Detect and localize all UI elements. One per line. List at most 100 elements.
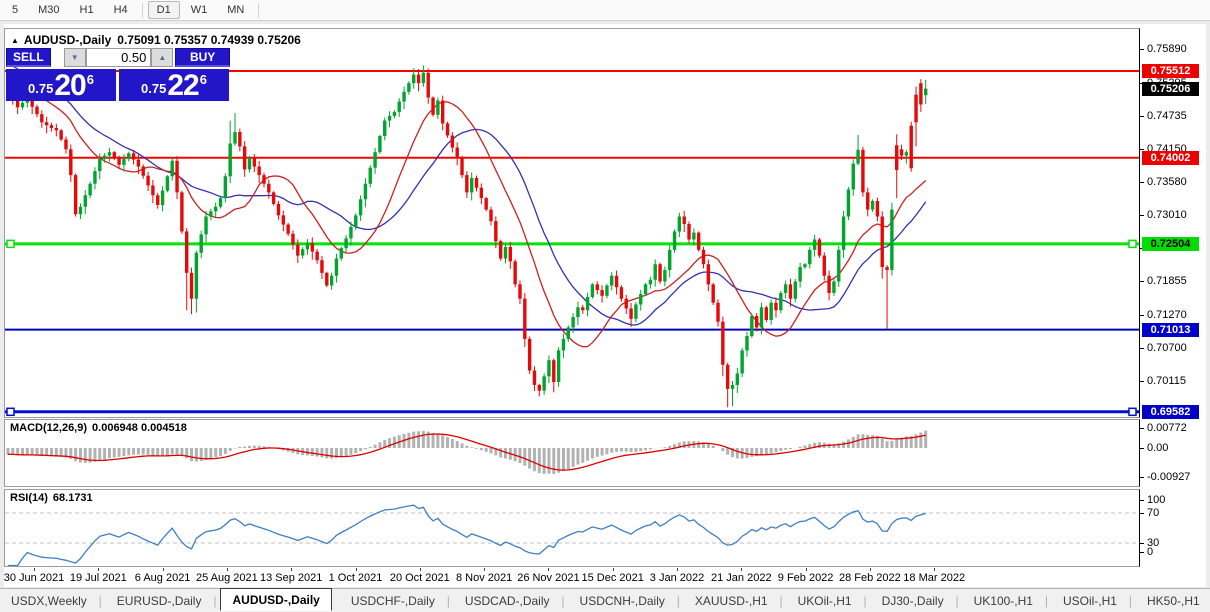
timeframe-H4[interactable]: H4 xyxy=(105,1,137,19)
level-handle[interactable] xyxy=(6,407,15,417)
price-axis-tick xyxy=(1140,214,1144,216)
volume-increase-button[interactable]: ▲ xyxy=(151,48,174,67)
tab-eurusd-daily[interactable]: EURUSD-,Daily xyxy=(106,591,216,611)
level-handle[interactable] xyxy=(1128,239,1137,249)
candle-body xyxy=(40,114,44,123)
candle-body xyxy=(334,258,339,276)
candle-body xyxy=(296,244,300,256)
chart-window: ▲ AUDUSD-,Daily 0.75091 0.75357 0.74939 0.… xyxy=(4,24,1206,587)
volume-input[interactable] xyxy=(86,49,151,66)
timeframe-D1[interactable]: D1 xyxy=(147,1,180,19)
candle-body xyxy=(339,248,343,259)
candle-body xyxy=(542,376,546,391)
candle-body xyxy=(136,159,141,167)
tab-usdcad-daily[interactable]: USDCAD-,Daily xyxy=(454,591,564,611)
sell-price-box[interactable]: 0.75 20 6 xyxy=(6,69,116,101)
tab-ukoil-h1[interactable]: UKOil-,H1 xyxy=(787,591,867,611)
buy-price-box[interactable]: 0.75 22 6 xyxy=(119,69,229,101)
date-tick xyxy=(934,568,936,571)
macd-values: 0.006948 0.004518 xyxy=(92,422,187,434)
rsi-pane[interactable]: RSI(14) 68.1731 xyxy=(4,489,1140,567)
level-handle[interactable] xyxy=(1128,407,1137,417)
timeframe-H1[interactable]: H1 xyxy=(71,1,103,19)
candle-body xyxy=(576,307,580,318)
buy-button[interactable]: BUY xyxy=(175,48,231,67)
timeframe-MN[interactable]: MN xyxy=(218,1,253,19)
candle-body xyxy=(595,284,599,291)
candle-body xyxy=(725,364,730,389)
tab-usoil-h1[interactable]: USOil-,H1 xyxy=(1052,591,1132,611)
candle-body xyxy=(846,189,851,217)
candle-body xyxy=(98,159,102,172)
candle-body xyxy=(349,226,353,239)
candle-body xyxy=(271,192,276,204)
candle-body xyxy=(571,317,575,328)
candle-body xyxy=(581,307,585,311)
rsi-scale-label: 100 xyxy=(1147,494,1166,506)
chart-title: ▲ AUDUSD-,Daily 0.75091 0.75357 0.74939 0.… xyxy=(11,33,301,47)
candle-body xyxy=(146,175,150,186)
price-pane[interactable]: ▲ AUDUSD-,Daily 0.75091 0.75357 0.74939 0.… xyxy=(4,28,1140,418)
tab-uk100-h1[interactable]: UK100-,H1 xyxy=(963,591,1049,611)
candle-body xyxy=(204,216,208,235)
date-label: 9 Feb 2022 xyxy=(777,572,834,584)
price-axis[interactable]: 0.758900.752950.747350.741500.735800.730… xyxy=(1140,24,1206,587)
candle-body xyxy=(924,88,928,96)
candle-body xyxy=(895,145,899,170)
timeframe-5[interactable]: 5 xyxy=(3,1,27,19)
rsi-scale-tick xyxy=(1140,513,1144,514)
date-tick xyxy=(419,568,421,571)
sell-price-sup: 6 xyxy=(86,72,94,87)
date-tick xyxy=(677,568,678,571)
tab-xauusd-h1[interactable]: XAUUSD-,H1 xyxy=(684,591,782,611)
price-badge: 0.74002 xyxy=(1142,150,1199,165)
one-click-trading-panel: SELL ▼ ▲ BUY 0.75 20 6 xyxy=(6,48,231,101)
candle-body xyxy=(392,111,397,116)
date-label: 30 Jun 2021 xyxy=(3,572,65,584)
macd-pane[interactable]: MACD(12,26,9) 0.006948 0.004518 xyxy=(4,419,1140,487)
candle-body xyxy=(706,264,711,285)
price-axis-label: 0.71270 xyxy=(1147,308,1187,321)
tab-usdcnh-daily[interactable]: USDCNH-,Daily xyxy=(569,591,681,611)
macd-signal-line xyxy=(7,433,926,471)
candle-body xyxy=(600,290,604,296)
chart-collapse-icon[interactable]: ▲ xyxy=(11,36,19,45)
candle-body xyxy=(228,143,232,177)
rsi-scale-tick xyxy=(1140,552,1144,553)
candle-body xyxy=(358,199,363,216)
candle-body xyxy=(803,264,807,268)
candle-body xyxy=(416,74,421,84)
candle-body xyxy=(827,275,831,293)
candle-body xyxy=(445,123,450,136)
candle-body xyxy=(112,152,116,159)
candle-body xyxy=(653,264,657,280)
candle-body xyxy=(764,307,769,320)
candle-body xyxy=(378,136,382,153)
sell-button[interactable]: SELL xyxy=(6,48,51,67)
buy-price-big: 22 xyxy=(167,69,199,102)
candle-body xyxy=(610,275,614,286)
candle-body xyxy=(754,315,759,328)
date-axis[interactable]: 30 Jun 2021 19 Jul 2021 6 Aug 2021 25 Aug 2… xyxy=(4,568,1140,587)
candle-body xyxy=(151,185,155,196)
tab-usdx-weekly[interactable]: USDX,Weekly xyxy=(0,591,102,611)
candle-body xyxy=(484,198,488,210)
candle-body xyxy=(44,122,49,126)
candle-body xyxy=(209,211,213,217)
rsi-value: 68.1731 xyxy=(52,492,93,504)
candle-body xyxy=(552,360,556,383)
volume-decrease-button[interactable]: ▼ xyxy=(63,48,86,67)
tab-audusd-daily[interactable]: AUDUSD-,Daily xyxy=(220,588,332,611)
timeframe-W1[interactable]: W1 xyxy=(182,1,217,19)
spin-down-icon: ▼ xyxy=(70,53,79,62)
candle-body xyxy=(383,120,387,137)
tabs-holder: USDX,WeeklyEURUSD-,DailyAUDUSD-,Daily USD… xyxy=(0,588,1210,611)
tab-usdchf-daily[interactable]: USDCHF-,Daily xyxy=(340,591,450,611)
level-handle[interactable] xyxy=(6,239,15,249)
horizontal-level-lines[interactable] xyxy=(5,70,1139,417)
tab-hk50-h1[interactable]: HK50-,H1 xyxy=(1136,591,1210,611)
buy-price-sup: 6 xyxy=(199,72,207,87)
tab-dj30-daily[interactable]: DJ30-,Daily xyxy=(871,591,959,611)
timeframe-M30[interactable]: M30 xyxy=(29,1,68,19)
candle-body xyxy=(740,350,744,374)
